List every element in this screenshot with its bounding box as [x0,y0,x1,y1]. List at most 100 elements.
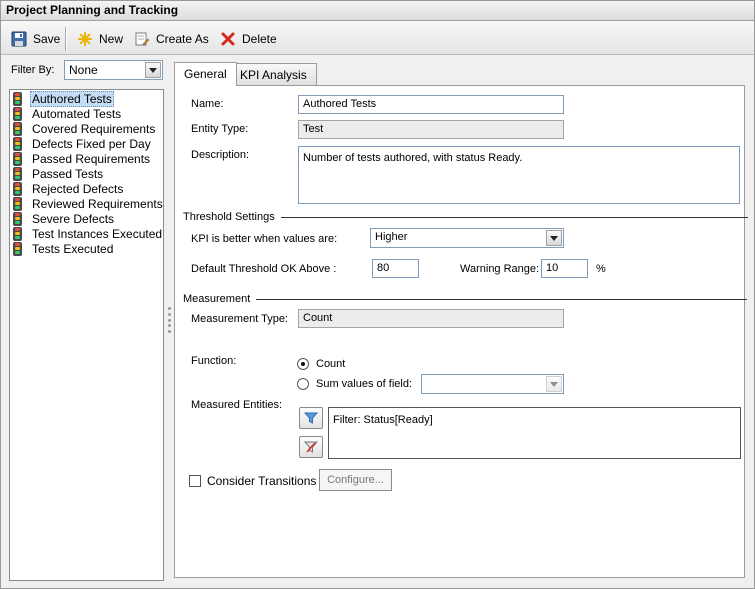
consider-transitions-checkbox[interactable] [189,475,201,487]
measurement-section-header: Measurement [183,292,748,306]
traffic-light-icon [13,226,22,241]
filter-label: Filter By: [11,64,55,76]
window-title: Project Planning and Tracking [1,1,754,21]
traffic-light-icon [13,211,22,226]
measured-entities-filter-box[interactable]: Filter: Status[Ready] [328,407,741,459]
main-window: Project Planning and Tracking Save New C… [0,0,755,589]
splitter-handle[interactable] [167,307,171,333]
new-star-icon [77,31,93,47]
count-radio[interactable] [297,358,309,370]
measurement-type-label: Measurement Type: [191,313,289,325]
kpi-item-reviewed-requirements[interactable]: Reviewed Requirements [13,196,165,211]
kpi-item-rejected-defects[interactable]: Rejected Defects [13,181,125,196]
traffic-light-icon [13,196,22,211]
name-label: Name: [191,98,224,110]
toolbar-separator [65,27,66,51]
create-as-button[interactable]: Create As [134,29,209,49]
clear-filter-icon [303,439,319,455]
traffic-light-icon [13,151,22,166]
kpi-item-tests-executed[interactable]: Tests Executed [13,241,115,256]
measurement-type-value: Count [303,312,333,324]
tab-kpi-analysis[interactable]: KPI Analysis [230,63,317,85]
kpi-item-covered-requirements[interactable]: Covered Requirements [13,121,157,136]
chevron-down-icon[interactable] [546,376,562,392]
kpi-item-label: Passed Tests [32,166,104,181]
kpi-item-severe-defects[interactable]: Severe Defects [13,211,116,226]
warning-range-field[interactable]: 10 [541,259,588,278]
kpi-item-test-instances-executed[interactable]: Test Instances Executed [13,226,164,241]
kpi-item-passed-requirements[interactable]: Passed Requirements [13,151,152,166]
sum-values-radio-label: Sum values of field: [316,378,412,390]
kpi-item-label: Covered Requirements [32,121,156,136]
kpi-item-label: Automated Tests [32,106,122,121]
create-as-icon [134,31,150,47]
kpi-item-defects-fixed-per-day[interactable]: Defects Fixed per Day [13,136,153,151]
entity-type-label: Entity Type: [191,123,249,135]
traffic-light-icon [13,166,22,181]
configure-button[interactable]: Configure... [319,469,392,491]
traffic-light-icon [13,121,22,136]
kpi-item-passed-tests[interactable]: Passed Tests [13,166,105,181]
filter-funnel-icon [303,410,319,426]
description-field[interactable]: Number of tests authored, with status Re… [298,146,740,204]
section-divider [256,298,748,300]
kpi-item-label: Severe Defects [32,211,115,226]
traffic-light-icon [13,91,22,106]
toolbar: Save New Create As Delete [1,21,754,55]
warning-range-label: Warning Range: [460,263,540,275]
tab-general[interactable]: General [174,62,237,86]
kpi-item-authored-tests[interactable]: Authored Tests [13,90,114,107]
kpi-list: Authored Tests Automated Tests Covered R… [9,89,164,581]
chevron-down-icon[interactable] [145,62,161,78]
tab-general-label: General [184,67,227,81]
kpi-item-label: Authored Tests [30,90,114,107]
ok-above-field[interactable]: 80 [372,259,419,278]
set-filter-button[interactable] [299,407,323,429]
kpi-item-label: Reviewed Requirements [32,196,163,211]
ok-above-value: 80 [377,262,390,274]
measured-entities-label: Measured Entities: [191,399,283,411]
configure-label: Configure... [327,474,384,486]
kpi-item-label: Defects Fixed per Day [32,136,151,151]
delete-button[interactable]: Delete [220,29,277,49]
save-icon [11,31,27,47]
tab-kpi-analysis-label: KPI Analysis [240,68,307,82]
create-as-label: Create As [156,32,209,46]
filter-dropdown[interactable]: None [64,60,163,80]
kpi-item-automated-tests[interactable]: Automated Tests [13,106,123,121]
traffic-light-icon [13,106,22,121]
sum-values-radio[interactable] [297,378,309,390]
delete-x-icon [220,31,236,47]
sum-field-dropdown[interactable] [421,374,564,394]
chevron-down-icon[interactable] [546,230,562,246]
function-label: Function: [191,355,237,367]
general-panel: Name: Authored Tests Entity Type: Test D… [174,85,748,578]
threshold-section-header: Threshold Settings [183,210,748,224]
entity-type-field: Test [298,120,564,139]
new-label: New [99,32,124,46]
kpi-better-dropdown[interactable]: Higher [370,228,564,248]
kpi-item-label: Rejected Defects [32,181,124,196]
clear-filter-button[interactable] [299,436,323,458]
save-label: Save [33,32,61,46]
new-button[interactable]: New [77,29,123,49]
name-value: Authored Tests [303,98,377,110]
traffic-light-icon [13,181,22,196]
kpi-item-label: Tests Executed [32,241,114,256]
threshold-section-label: Threshold Settings [183,211,275,223]
measurement-section-label: Measurement [183,293,251,305]
save-button[interactable]: Save [11,29,60,49]
name-field[interactable]: Authored Tests [298,95,564,114]
description-label: Description: [191,149,250,161]
section-divider [280,216,748,218]
kpi-better-label: KPI is better when values are: [191,233,338,245]
kpi-better-value: Higher [375,231,408,243]
warning-range-value: 10 [546,262,559,274]
filter-value: None [69,63,98,77]
percent-label: % [596,263,606,275]
ok-above-label: Default Threshold OK Above : [191,263,337,275]
traffic-light-icon [13,136,22,151]
delete-label: Delete [242,32,277,46]
measurement-type-field: Count [298,309,564,328]
consider-transitions-label: Consider Transitions [207,474,317,488]
